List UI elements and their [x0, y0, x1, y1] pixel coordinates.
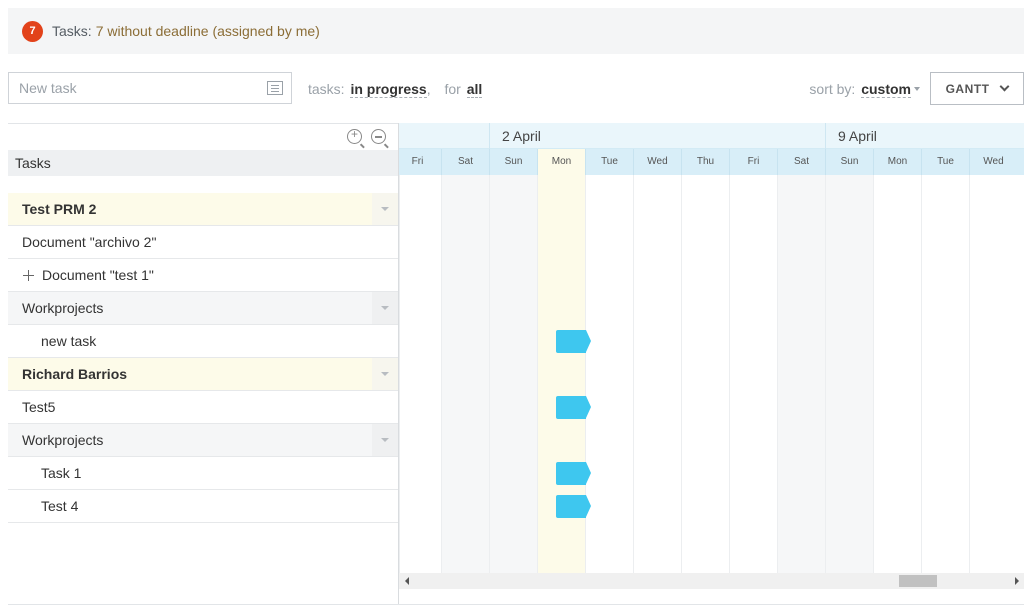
day-column [921, 175, 969, 573]
day-column [399, 175, 447, 573]
day-label-today: Mon [537, 149, 585, 175]
expand-plus-icon[interactable] [23, 269, 34, 281]
day-label: Wed [969, 149, 1017, 175]
filter-status-dropdown[interactable]: in progress [350, 81, 427, 98]
day-label: Mon [873, 149, 921, 175]
filters: tasks: in progress, for all [308, 81, 483, 98]
view-mode-button[interactable]: GANTT [930, 72, 1024, 105]
gantt-chart: 2 April 9 April Fri Sat Sun Mon Tue Wed … [398, 123, 1024, 605]
task-name[interactable]: Test5 [8, 399, 55, 415]
notice-bar: 7 Tasks: 7 without deadline (assigned by… [8, 8, 1024, 54]
day-label: Wed [633, 149, 681, 175]
horizontal-scrollbar[interactable] [399, 573, 1024, 589]
tasks-panel: Tasks Test PRM 2 Document "archivo 2" Do… [8, 123, 398, 605]
new-task-box [8, 72, 292, 104]
day-label: Tue [585, 149, 633, 175]
day-label: Sat [441, 149, 489, 175]
chevron-down-icon [999, 81, 1010, 92]
toolbar: tasks: in progress, for all sort by: cus… [8, 72, 1024, 105]
scroll-right-icon[interactable] [1015, 577, 1019, 585]
task-row[interactable]: Test5 [8, 391, 398, 424]
task-bar[interactable] [556, 330, 591, 353]
week-label: 2 April [489, 123, 825, 149]
day-column [825, 175, 873, 573]
task-row[interactable]: Document "archivo 2" [8, 226, 398, 259]
new-task-input[interactable] [9, 73, 249, 103]
filter-separator: , [426, 81, 431, 97]
day-column [585, 175, 633, 573]
count-badge: 7 [22, 20, 43, 42]
day-column [681, 175, 729, 573]
bottom-divider [8, 604, 1024, 605]
filter-owner-dropdown[interactable]: all [466, 81, 483, 98]
notice-link[interactable]: 7 without deadline (assigned by me) [96, 23, 320, 39]
filter-tasks-label: tasks: [308, 81, 345, 97]
task-name[interactable]: new task [8, 333, 96, 349]
day-header: Fri Sat Sun Mon Tue Wed Thu Fri Sat Sun … [399, 149, 1024, 175]
week-label: 9 April [825, 123, 1024, 149]
sort-dropdown[interactable]: custom [861, 81, 911, 98]
gantt-grid [399, 175, 1024, 573]
day-label: Sun [825, 149, 873, 175]
section-row[interactable]: Workprojects [8, 424, 398, 457]
filter-for-label: for [444, 81, 461, 97]
day-label: Sun [489, 149, 537, 175]
section-name: Workprojects [22, 432, 104, 448]
task-row[interactable]: Document "test 1" [8, 259, 398, 292]
section-row[interactable]: Workprojects [8, 292, 398, 325]
task-name[interactable]: Test 4 [8, 498, 78, 514]
collapse-icon[interactable] [372, 424, 398, 456]
form-icon[interactable] [267, 81, 283, 95]
collapse-icon[interactable] [372, 193, 398, 225]
collapse-icon[interactable] [372, 292, 398, 324]
day-label: Fri [399, 149, 441, 175]
task-name[interactable]: Document "archivo 2" [8, 234, 156, 250]
task-bar[interactable] [556, 495, 591, 518]
day-column [969, 175, 1017, 573]
task-bar[interactable] [556, 396, 591, 419]
view-mode-label: GANTT [945, 81, 990, 96]
task-name[interactable]: Task 1 [8, 465, 81, 481]
project-row[interactable]: Test PRM 2 [8, 193, 398, 226]
sort-control: sort by: custom [809, 81, 920, 98]
day-column [777, 175, 825, 573]
task-row[interactable]: new task [8, 325, 398, 358]
caret-down-icon[interactable] [914, 87, 920, 91]
week-header: 2 April 9 April [399, 123, 1024, 149]
sort-label: sort by: [809, 81, 856, 97]
day-column [729, 175, 777, 573]
task-list: Test PRM 2 Document "archivo 2" Document… [8, 193, 398, 523]
project-name: Richard Barrios [22, 366, 128, 382]
day-label: Sat [777, 149, 825, 175]
zoom-in-icon[interactable] [347, 127, 362, 144]
tasks-header: Tasks [8, 150, 398, 176]
zoom-out-icon[interactable] [371, 129, 386, 144]
day-column [441, 175, 489, 573]
task-row[interactable]: Task 1 [8, 457, 398, 490]
day-label: Tue [921, 149, 969, 175]
day-column [633, 175, 681, 573]
task-name[interactable]: Document "test 1" [42, 267, 154, 283]
project-row[interactable]: Richard Barrios [8, 358, 398, 391]
task-bar[interactable] [556, 462, 591, 485]
task-row[interactable]: Test 4 [8, 490, 398, 523]
scrollbar-thumb[interactable] [899, 575, 937, 587]
notice-label: Tasks: [52, 23, 92, 39]
project-name: Test PRM 2 [22, 201, 97, 217]
day-column [489, 175, 537, 573]
day-label: Fri [729, 149, 777, 175]
collapse-icon[interactable] [372, 358, 398, 390]
day-column [873, 175, 921, 573]
scroll-left-icon[interactable] [405, 577, 409, 585]
day-label: Thu [681, 149, 729, 175]
section-name: Workprojects [22, 300, 104, 316]
